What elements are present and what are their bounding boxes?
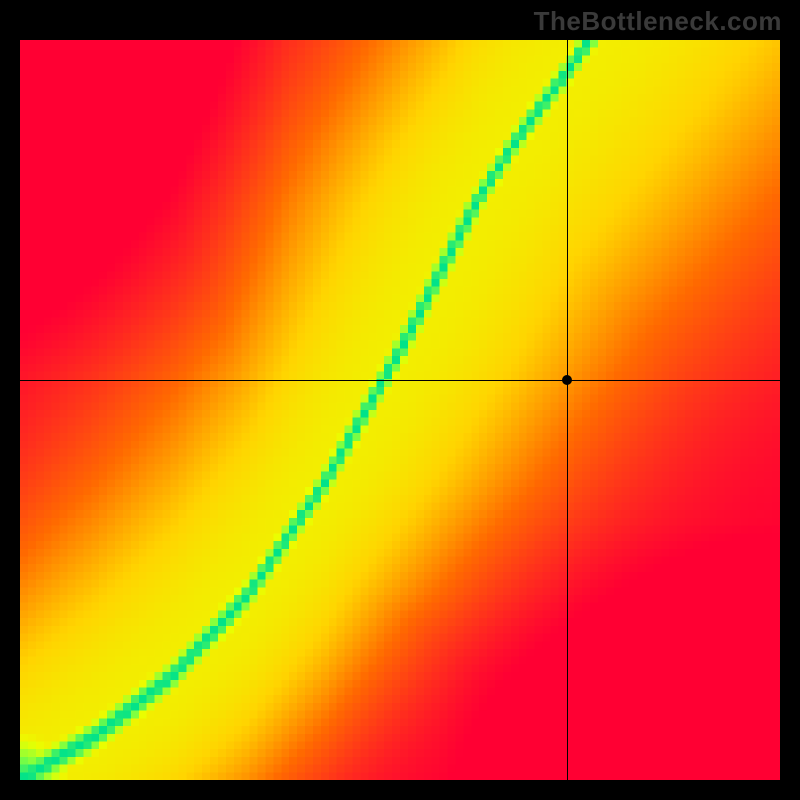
crosshair-vertical <box>567 40 568 780</box>
chart-container: TheBottleneck.com <box>0 0 800 800</box>
crosshair-horizontal <box>20 380 780 381</box>
heatmap-canvas <box>20 40 780 780</box>
watermark-text: TheBottleneck.com <box>534 6 782 37</box>
heatmap-plot <box>20 40 780 780</box>
marker-dot <box>562 375 572 385</box>
